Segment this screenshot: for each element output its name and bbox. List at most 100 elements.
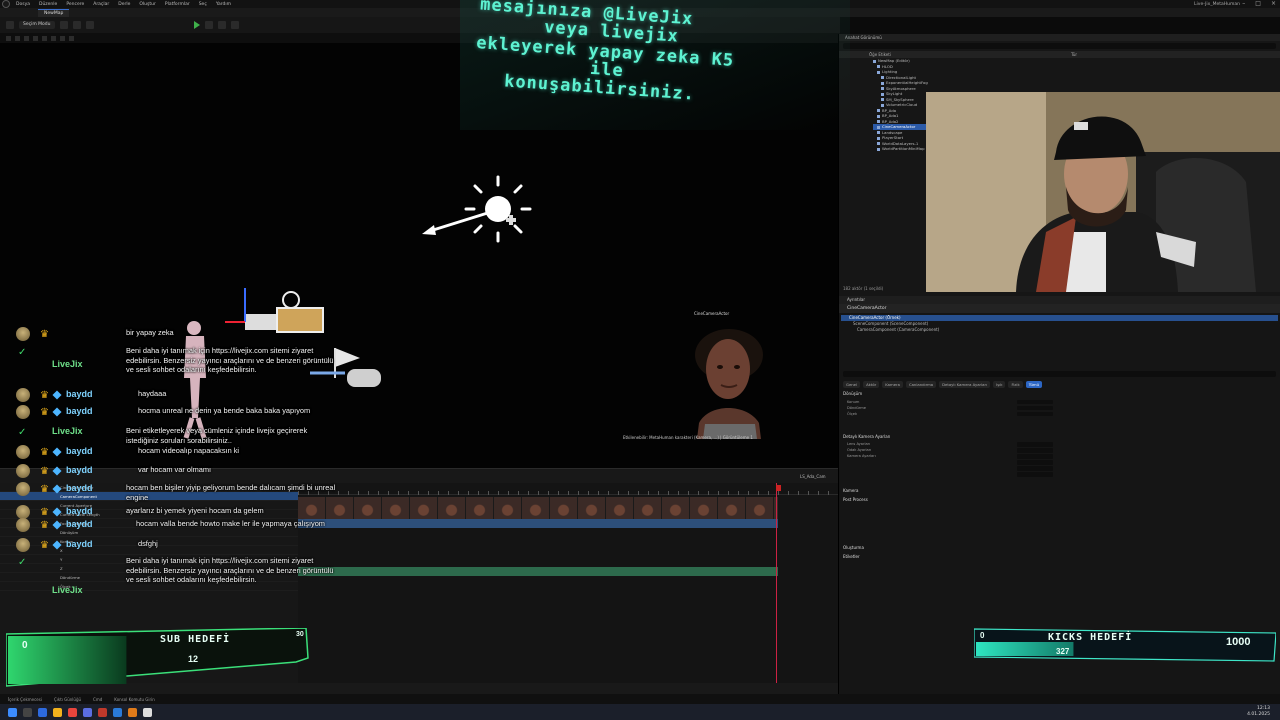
app-icon[interactable] [98,707,107,717]
vscode-icon[interactable] [113,707,122,717]
cinematics-icon[interactable] [85,21,94,29]
thumbnail-frame [606,497,634,519]
section-camera[interactable]: Kamera [839,487,1280,496]
edge-icon[interactable] [38,707,47,717]
outliner-search-input[interactable] [843,43,1276,49]
section-camera-settings[interactable]: Detaylı Kamera Ayarları [839,433,1280,442]
project-name: Live-Jix_MetaHuman [1194,1,1240,7]
perspective-icon[interactable] [15,35,20,41]
property-row[interactable] [839,471,1280,477]
column-item-label[interactable]: Öğe Etiketi [869,51,891,58]
unreal-logo-icon[interactable] [2,0,10,8]
thumbnail-frame [354,497,382,519]
component-row[interactable]: CameraComponent (CameraComponent) [839,327,1280,333]
show-icon[interactable] [33,35,38,41]
streamer-image [926,92,1280,292]
close-icon[interactable]: × [1271,0,1276,7]
end-marker[interactable] [776,483,777,683]
ruler-tick [448,491,449,495]
chat-username: baydd [66,519,93,529]
diamond-icon [52,466,62,476]
minimize-icon[interactable]: – [1242,0,1245,7]
menu-file[interactable]: Dosya [16,2,30,7]
discord-icon[interactable] [83,707,92,717]
category-camera[interactable]: Kamera [882,381,903,388]
menu-tools[interactable]: Araçlar [93,2,109,7]
chrome-icon[interactable] [68,707,77,717]
start-icon[interactable] [8,707,17,717]
menu-edit[interactable]: Düzenle [39,2,57,7]
section-rendering[interactable]: Oluşturma [839,544,1280,553]
chat-username: baydd [66,483,93,493]
menu-window[interactable]: Pencere [66,2,84,7]
menu-help[interactable]: Yardım [216,2,231,7]
cmd-dropdown[interactable]: Cmd [93,697,102,702]
menu-create[interactable]: Oluştur [139,2,155,7]
ruler-tick [768,491,769,495]
diamond-icon [52,520,62,530]
search-icon[interactable] [23,707,32,717]
ruler-tick [638,491,639,495]
tab-newmap[interactable]: NewMap [38,9,70,17]
console-input[interactable]: Konsol Komutu Girin [114,697,155,702]
ruler-tick [468,491,469,495]
category-all[interactable]: Tümü [1025,381,1042,388]
sequencer-timeline[interactable] [298,483,838,683]
unreal-icon[interactable] [143,707,152,717]
category-physics[interactable]: Fizik [1008,381,1023,388]
viewport-menu-icon[interactable] [6,35,11,41]
section-post-process[interactable]: Post Process [839,496,1280,505]
ruler-tick [428,491,429,495]
pause-icon[interactable] [204,21,213,29]
grid-snap-icon[interactable] [69,35,74,41]
menu-select[interactable]: Seç [199,2,207,7]
selection-mode-dropdown[interactable]: Seçim Modu [19,21,55,29]
stop-icon[interactable] [217,21,226,29]
camera-section-bar[interactable] [298,519,778,528]
explorer-icon[interactable] [53,707,62,717]
kicks-goal-current: 327 [1056,647,1070,656]
ruler-tick [698,491,699,495]
system-clock[interactable]: 12:13 4.01.2025 [1247,706,1270,718]
category-light[interactable]: Işık [993,381,1006,388]
diamond-icon [52,507,62,517]
play-icon[interactable] [193,21,200,29]
app-icon[interactable] [128,707,137,717]
scale-icon[interactable] [60,35,65,41]
section-transform[interactable]: Dönüşüm [839,390,1280,399]
menu-build[interactable]: Derle [118,2,130,7]
blueprint-icon[interactable] [72,21,81,29]
maximize-icon[interactable]: □ [1255,0,1261,7]
ruler-tick [408,491,409,495]
details-tab[interactable]: Ayrıntılar [839,296,1280,304]
directional-light-icon[interactable] [418,173,538,253]
time-ruler[interactable] [298,485,838,495]
property-scale[interactable]: Ölçek [839,411,1280,417]
output-log-button[interactable]: Çıktı Günlüğü [54,697,81,702]
platforms-icon[interactable] [230,21,239,29]
thumbnail-frame [690,497,718,519]
lit-icon[interactable] [24,35,29,41]
transform-section-bar[interactable] [298,567,778,576]
translate-icon[interactable] [42,35,47,41]
ruler-tick [568,491,569,495]
category-general[interactable]: Genel [843,381,861,388]
save-icon[interactable] [6,21,14,29]
details-search-input[interactable] [843,371,1276,377]
category-animation[interactable]: Canlandırma [905,381,937,388]
section-tags[interactable]: Etiketler [839,553,1280,562]
content-icon[interactable] [59,21,68,29]
outliner-tab[interactable]: Anahat Görünümü [839,34,1280,41]
column-type[interactable]: Tür [1071,51,1077,58]
category-actor[interactable]: Aktör [863,381,880,388]
camera-cut-thumbnails[interactable] [298,497,778,519]
content-drawer-button[interactable]: İçerik Çekmecesi [8,697,42,702]
viewport-overlay-text: Etkilenebilir: MetaHuman karakteri (Kame… [623,435,753,440]
menu-platforms[interactable]: Platformlar [165,2,190,7]
playhead-handle[interactable] [776,485,781,491]
metahuman-character[interactable] [685,321,775,439]
category-camera-settings[interactable]: Detaylı Kamera Ayarları [939,381,991,388]
ruler-tick [378,491,379,495]
ruler-tick [688,491,689,495]
rotate-icon[interactable] [51,35,56,41]
